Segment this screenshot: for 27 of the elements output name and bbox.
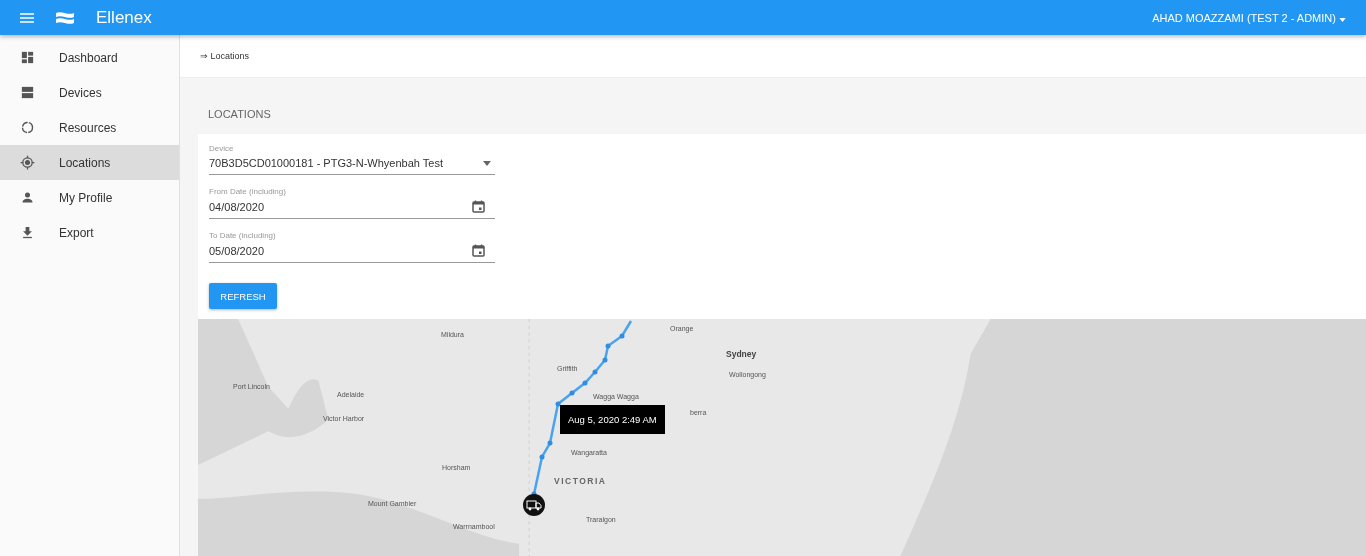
target-icon	[20, 155, 35, 170]
dashboard-icon	[20, 50, 35, 65]
truck-icon[interactable]	[523, 494, 545, 516]
sidebar-item[interactable]: Resources	[0, 110, 179, 145]
sidebar-item[interactable]: Dashboard	[0, 40, 179, 75]
map-label: VICTORIA	[554, 476, 607, 486]
date-field[interactable]: To Date (including) 05/08/2020	[209, 231, 495, 263]
sidebar-item[interactable]: My Profile	[0, 180, 179, 215]
device-select[interactable]: Device 70B3D5CD01000181 - PTG3-N-Whyenbah Test	[209, 144, 495, 175]
sidebar-item[interactable]: Locations	[0, 145, 179, 180]
devices-icon	[20, 85, 35, 100]
sidebar-item[interactable]: Devices	[0, 75, 179, 110]
calendar-icon[interactable]	[472, 244, 485, 257]
person-icon	[20, 190, 35, 205]
caret-icon	[1339, 17, 1346, 22]
map-label: Sydney	[726, 349, 757, 359]
map-tooltip: Aug 5, 2020 2:49 AM	[560, 405, 665, 434]
brand-name: Ellenex	[96, 7, 152, 28]
sidebar-item[interactable]: Export	[0, 215, 179, 250]
breadcrumb[interactable]: ⇒ Locations	[200, 51, 250, 61]
download-icon	[20, 225, 35, 240]
circle-icon	[20, 120, 35, 135]
logo-icon	[54, 9, 76, 26]
page-title: LOCATIONS	[208, 108, 271, 120]
date-field[interactable]: From Date (including) 04/08/2020	[209, 187, 495, 219]
caret-icon	[483, 160, 491, 166]
calendar-icon[interactable]	[472, 200, 485, 213]
